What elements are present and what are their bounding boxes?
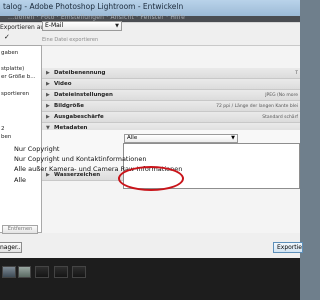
export-destination-select[interactable]: E-Mail ▼ bbox=[42, 21, 122, 31]
dropdown-option[interactable]: Nur Copyright bbox=[14, 145, 59, 153]
export-to-label: Exportieren auf: bbox=[0, 24, 49, 31]
section-title: Ausgabeschärfe bbox=[54, 114, 104, 120]
filmstrip-thumbnail[interactable] bbox=[2, 266, 16, 278]
preset-item[interactable]: 2 bbox=[1, 126, 5, 132]
remove-button[interactable]: Entfernen bbox=[2, 225, 38, 234]
metadata-select-value: Alle bbox=[127, 135, 138, 141]
section-dateieinstellungen[interactable]: ▶ Dateieinstellungen JPEG (No more bbox=[42, 90, 300, 101]
expand-triangle-icon: ▶ bbox=[46, 103, 50, 109]
expand-triangle-icon: ▶ bbox=[46, 81, 50, 87]
dropdown-option[interactable]: Nur Copyright und Kontaktinformationen bbox=[14, 155, 147, 163]
section-summary: JPEG (No more bbox=[265, 92, 298, 98]
menu-items[interactable]: ...tionen · Foto · Einstellungen · Ansic… bbox=[8, 14, 185, 21]
export-destination-value: E-Mail bbox=[45, 22, 64, 29]
preset-item[interactable]: gaben bbox=[1, 50, 18, 56]
preset-item[interactable]: stplatte) bbox=[1, 66, 24, 72]
metadata-select[interactable]: Alle ▼ bbox=[124, 134, 238, 143]
section-bildgroesse[interactable]: ▶ Bildgröße 72 ppi / Länge der langen Ka… bbox=[42, 101, 300, 112]
filmstrip bbox=[0, 258, 300, 300]
export-button[interactable]: Exportiere bbox=[273, 242, 303, 253]
preset-item[interactable]: er Größe b... bbox=[1, 74, 36, 80]
expand-triangle-icon: ▶ bbox=[46, 92, 50, 98]
section-summary: T bbox=[295, 70, 298, 76]
section-title: Video bbox=[54, 81, 72, 87]
section-title: Bildgröße bbox=[54, 103, 85, 109]
section-title: Dateibenennung bbox=[54, 70, 106, 76]
preset-item[interactable]: ben bbox=[1, 134, 11, 140]
preset-item[interactable]: sportieren bbox=[1, 91, 29, 97]
chevron-down-icon: ▼ bbox=[115, 23, 119, 29]
checkmark-icon: ✓ bbox=[4, 33, 10, 41]
filmstrip-thumbnail[interactable] bbox=[35, 266, 49, 278]
section-summary: 72 ppi / Länge der langen Kante blei bbox=[216, 103, 298, 109]
section-title: Dateieinstellungen bbox=[54, 92, 113, 98]
expand-triangle-icon: ▶ bbox=[46, 114, 50, 120]
section-ausgabeschaerfe[interactable]: ▶ Ausgabeschärfe Standard schärf bbox=[42, 112, 300, 123]
window-title: talog - Adobe Photoshop Lightroom - Entw… bbox=[3, 2, 184, 11]
section-video[interactable]: ▶ Video bbox=[42, 79, 300, 90]
section-summary: Standard schärf bbox=[262, 114, 298, 120]
expand-triangle-icon: ▶ bbox=[46, 70, 50, 76]
highlight-ellipse bbox=[118, 166, 184, 191]
preset-caption: Eine Datei exportieren bbox=[42, 37, 99, 43]
filmstrip-thumbnail[interactable] bbox=[72, 266, 86, 278]
plugin-manager-button[interactable]: nager... bbox=[0, 242, 22, 253]
filmstrip-thumbnail[interactable] bbox=[18, 266, 31, 278]
section-dateibenennung[interactable]: ▶ Dateibenennung T bbox=[42, 68, 300, 79]
dropdown-option-selected[interactable]: Alle bbox=[14, 176, 26, 184]
chevron-down-icon: ▼ bbox=[231, 135, 235, 141]
filmstrip-thumbnail[interactable] bbox=[54, 266, 68, 278]
